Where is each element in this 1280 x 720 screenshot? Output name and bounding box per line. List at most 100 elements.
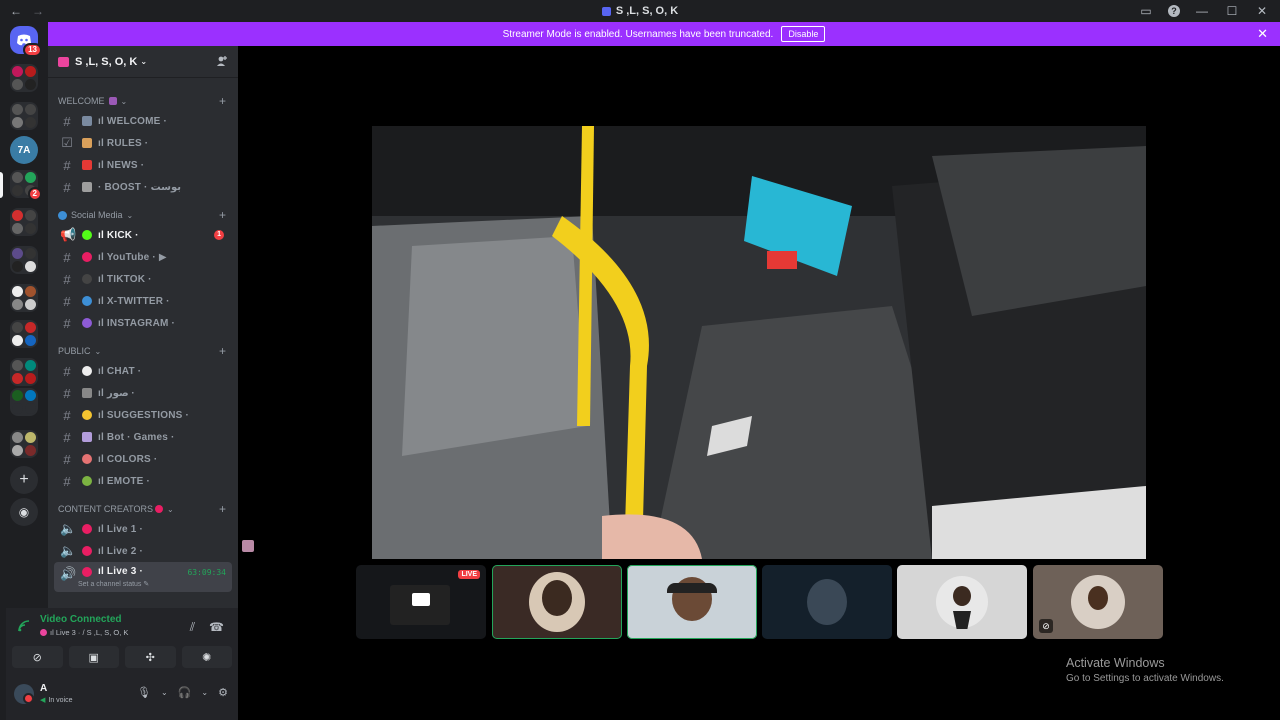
focused-stream-video[interactable] [372, 126, 1146, 559]
channel-youtube[interactable]: # ıl YouTube · ▶ [54, 246, 232, 268]
noise-suppression-icon[interactable]: ⫽ [190, 620, 195, 635]
server-folder-8[interactable] [10, 388, 38, 416]
tile-participant-5[interactable]: ⊘ [1033, 565, 1163, 639]
soundboard-button[interactable]: ✺ [181, 646, 232, 668]
server-folder-1[interactable] [10, 64, 38, 92]
avatar[interactable] [14, 684, 34, 704]
channel-kick[interactable]: 📢 ıl KICK · 1 [54, 224, 232, 246]
channel-emoji-icon [82, 546, 92, 556]
explore-servers-button[interactable]: ◉ [10, 498, 38, 526]
category-content-creators[interactable]: CONTENT CREATORS ⌄ + [48, 500, 238, 518]
category-emoji-icon [155, 505, 164, 513]
headphones-icon[interactable]: 🎧 [178, 686, 192, 699]
create-channel-icon[interactable]: + [219, 344, 226, 358]
create-channel-icon[interactable]: + [219, 94, 226, 108]
settings-gear-icon[interactable]: ⚙ [218, 686, 228, 699]
channel-name: ıl Bot · Games · [98, 431, 175, 443]
hash-icon: # [63, 407, 71, 423]
channel-bot-games[interactable]: # ıl Bot · Games · [54, 426, 232, 448]
channel-chat[interactable]: # ıl CHAT · [54, 360, 232, 382]
channel-x-twitter[interactable]: # ıl X-TWITTER · [54, 290, 232, 312]
category-social-media[interactable]: Social Media ⌄ + [48, 206, 238, 224]
tile-participant-4[interactable] [897, 565, 1027, 639]
voice-channel-path[interactable]: ıl Live 3 · / S ,L, S, O, K [40, 628, 128, 637]
tile-participant-2[interactable] [627, 565, 757, 639]
channel-name: ıl صور · [98, 387, 135, 399]
voice-connected-label[interactable]: Video Connected [40, 614, 122, 625]
hash-icon: # [63, 179, 71, 195]
server-folder-9[interactable] [10, 430, 38, 458]
invite-people-icon[interactable] [216, 55, 228, 67]
mention-badge: 1 [214, 230, 224, 240]
channel-rules[interactable]: ☑ ıl RULES · [54, 132, 232, 154]
minimize-icon[interactable]: — [1194, 4, 1210, 18]
category-public[interactable]: PUBLIC ⌄ + [48, 342, 238, 360]
server-folder-3[interactable] [10, 208, 38, 236]
server-folder-6[interactable] [10, 320, 38, 348]
help-icon[interactable]: ? [1168, 5, 1180, 17]
maximize-icon[interactable]: ☐ [1224, 4, 1240, 18]
server-folder-4[interactable] [10, 246, 38, 274]
channel-instagram[interactable]: # ıl INSTAGRAM · [54, 312, 232, 334]
chevron-down-icon[interactable]: ⌄ [201, 688, 208, 697]
disconnect-icon[interactable]: ☎ [209, 620, 224, 635]
microphone-icon[interactable]: 🎙 [137, 686, 151, 699]
server-folder-2[interactable] [10, 102, 38, 130]
disable-streamer-mode-button[interactable]: Disable [781, 26, 826, 42]
channel-news[interactable]: # ıl NEWS · [54, 154, 232, 176]
user-status: ◀ In voice [40, 696, 73, 705]
category-welcome[interactable]: WELCOME ⌄ + [48, 92, 238, 110]
channel-emoji-icon [40, 629, 47, 636]
channel-name: ıl SUGGESTIONS · [98, 409, 189, 421]
channel-emoji-icon [82, 476, 92, 486]
tile-participant-1[interactable] [492, 565, 622, 639]
channel-name: ıl X-TWITTER · [98, 295, 170, 307]
hash-icon: # [63, 451, 71, 467]
channel-emote[interactable]: # ıl EMOTE · [54, 470, 232, 492]
server-header[interactable]: S ,L, S, O, K ⌄ [48, 46, 238, 78]
watermark-title: Activate Windows [1066, 656, 1165, 670]
server-folder-5[interactable] [10, 284, 38, 312]
channel-colors[interactable]: # ıl COLORS · [54, 448, 232, 470]
voice-channel-path-text: ıl Live 3 · / S ,L, S, O, K [50, 628, 129, 637]
channel-emoji-icon [82, 252, 92, 262]
chevron-down-icon[interactable]: ⌄ [161, 688, 168, 697]
camera-off-button[interactable]: ⊘ [12, 646, 63, 668]
globe-icon [58, 210, 67, 220]
channel-emoji-icon [82, 160, 92, 170]
set-channel-status[interactable]: Set a channel status ✎ [78, 580, 149, 588]
window-title-container: S ,L, S, O, K [0, 5, 1280, 17]
channel-name: ıl Live 1 · [98, 523, 143, 535]
server-folder-selected[interactable]: 2 [10, 170, 42, 201]
chevron-down-icon: ⌄ [140, 57, 148, 66]
back-arrow-icon[interactable]: ← [10, 4, 22, 18]
channel-name: ıl Live 2 · [98, 545, 143, 557]
category-label: CONTENT CREATORS [58, 504, 154, 514]
hash-icon: # [63, 429, 71, 445]
channel-tiktok[interactable]: # ıl TIKTOK · [54, 268, 232, 290]
channel-welcome[interactable]: # ıl WELCOME · [54, 110, 232, 132]
channel-name: ıl WELCOME · [98, 115, 168, 127]
activities-button[interactable]: ✣ [125, 646, 176, 668]
server-7a[interactable]: 7A [10, 136, 38, 164]
voice-channel-live-2[interactable]: 🔈 ıl Live 2 · [54, 540, 232, 562]
direct-messages-button[interactable]: 13 [10, 26, 42, 57]
channel-suggestions[interactable]: # ıl SUGGESTIONS · [54, 404, 232, 426]
tile-participant-3[interactable] [762, 565, 892, 639]
inbox-icon[interactable]: ▭ [1138, 4, 1154, 18]
tile-stream-preview[interactable]: LIVE [356, 565, 486, 639]
create-channel-icon[interactable]: + [219, 502, 226, 516]
create-channel-icon[interactable]: + [219, 208, 226, 222]
forward-arrow-icon[interactable]: → [32, 4, 44, 18]
close-window-icon[interactable]: ✕ [1254, 4, 1270, 18]
voice-channel-live-3[interactable]: 🔊 ıl Live 3 · 63:09:34 Set a channel status… [54, 562, 232, 592]
channel-emoji-icon [82, 138, 92, 148]
voice-channel-live-1[interactable]: 🔈 ıl Live 1 · [54, 518, 232, 540]
avatar[interactable] [242, 540, 254, 552]
channel-pics[interactable]: # ıl صور · [54, 382, 232, 404]
screen-share-button[interactable]: ▣ [68, 646, 119, 668]
channel-boost[interactable]: # · BOOST · بوست [54, 176, 232, 198]
add-server-button[interactable]: + [10, 466, 38, 494]
close-banner-icon[interactable]: ✕ [1257, 26, 1268, 42]
server-folder-7[interactable] [10, 358, 38, 386]
